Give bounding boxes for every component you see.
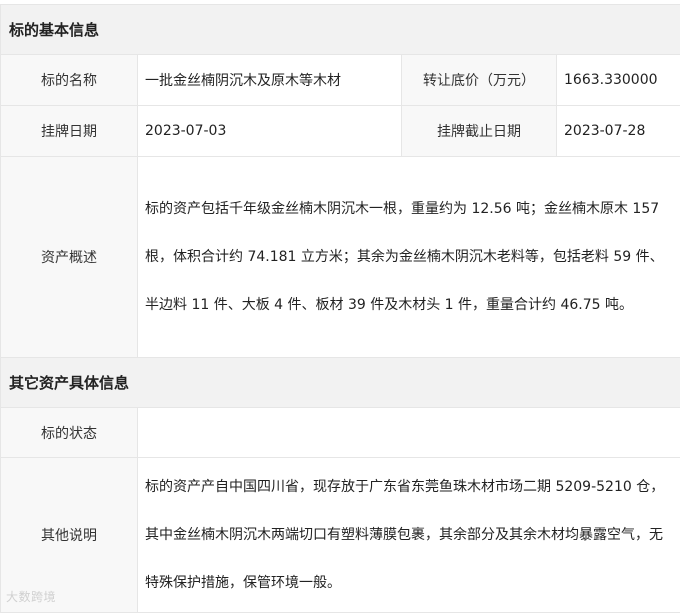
section-header-basic-info: 标的基本信息 [1,5,680,55]
other-notes-text: 标的资产产自中国四川省，现存放于广东省东莞鱼珠木材市场二期 5209-5210 … [138,458,680,613]
reserve-price-value: 1663.330000 [557,55,680,106]
listing-deadline-value: 2023-07-28 [557,106,680,157]
listing-date-label: 挂牌日期 [1,106,138,157]
reserve-price-label: 转让底价（万元） [402,55,557,106]
listing-date-value: 2023-07-03 [138,106,402,157]
info-table: 标的基本信息 标的名称 一批金丝楠阴沉木及原木等木材 转让底价（万元） 1663… [0,4,680,613]
asset-name-label: 标的名称 [1,55,138,106]
section-header-other-info: 其它资产具体信息 [1,358,680,408]
asset-overview-text: 标的资产包括千年级金丝楠木阴沉木一根，重量约为 12.56 吨；金丝楠木原木 1… [138,157,680,358]
watermark-logo: 大数跨境 [6,588,56,605]
asset-status-value [138,408,680,458]
asset-status-label: 标的状态 [1,408,138,458]
asset-overview-label: 资产概述 [1,157,138,358]
listing-deadline-label: 挂牌截止日期 [402,106,557,157]
asset-name-value: 一批金丝楠阴沉木及原木等木材 [138,55,402,106]
